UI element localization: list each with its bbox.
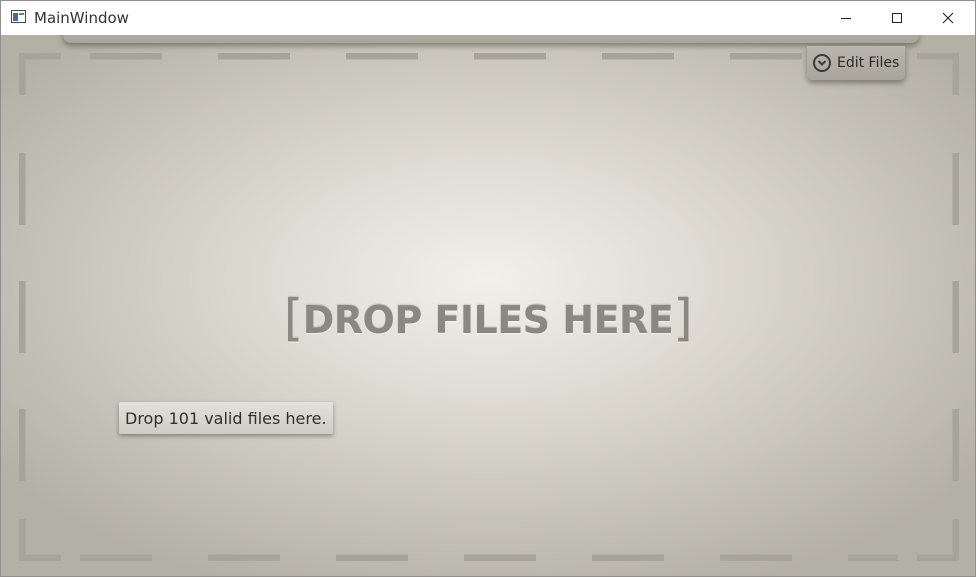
edit-files-button[interactable]: Edit Files <box>807 46 905 80</box>
maximize-button[interactable] <box>874 1 920 35</box>
title-bar[interactable]: MainWindow <box>1 1 975 35</box>
edit-files-label: Edit Files <box>837 55 900 71</box>
close-bracket: ] <box>673 289 693 347</box>
window-title: MainWindow <box>34 9 129 27</box>
open-bracket: [ <box>283 289 304 347</box>
main-window: MainWindow Edit Files [DROP FILES HERE] … <box>0 0 976 577</box>
close-icon <box>942 12 954 24</box>
drop-files-heading: [DROP FILES HERE] <box>1 287 975 347</box>
maximize-icon <box>892 13 902 23</box>
valid-files-status: Drop 101 valid files here. <box>119 402 333 434</box>
drop-files-text: DROP FILES HERE <box>302 298 674 342</box>
chevron-down-circle-icon <box>813 54 831 72</box>
close-button[interactable] <box>925 1 971 35</box>
app-window-icon <box>11 10 26 23</box>
minimize-button[interactable] <box>823 1 869 35</box>
drop-area[interactable]: Edit Files [DROP FILES HERE] Drop 101 va… <box>1 35 975 576</box>
top-panel-edge <box>63 35 919 43</box>
minimize-icon <box>841 17 851 19</box>
